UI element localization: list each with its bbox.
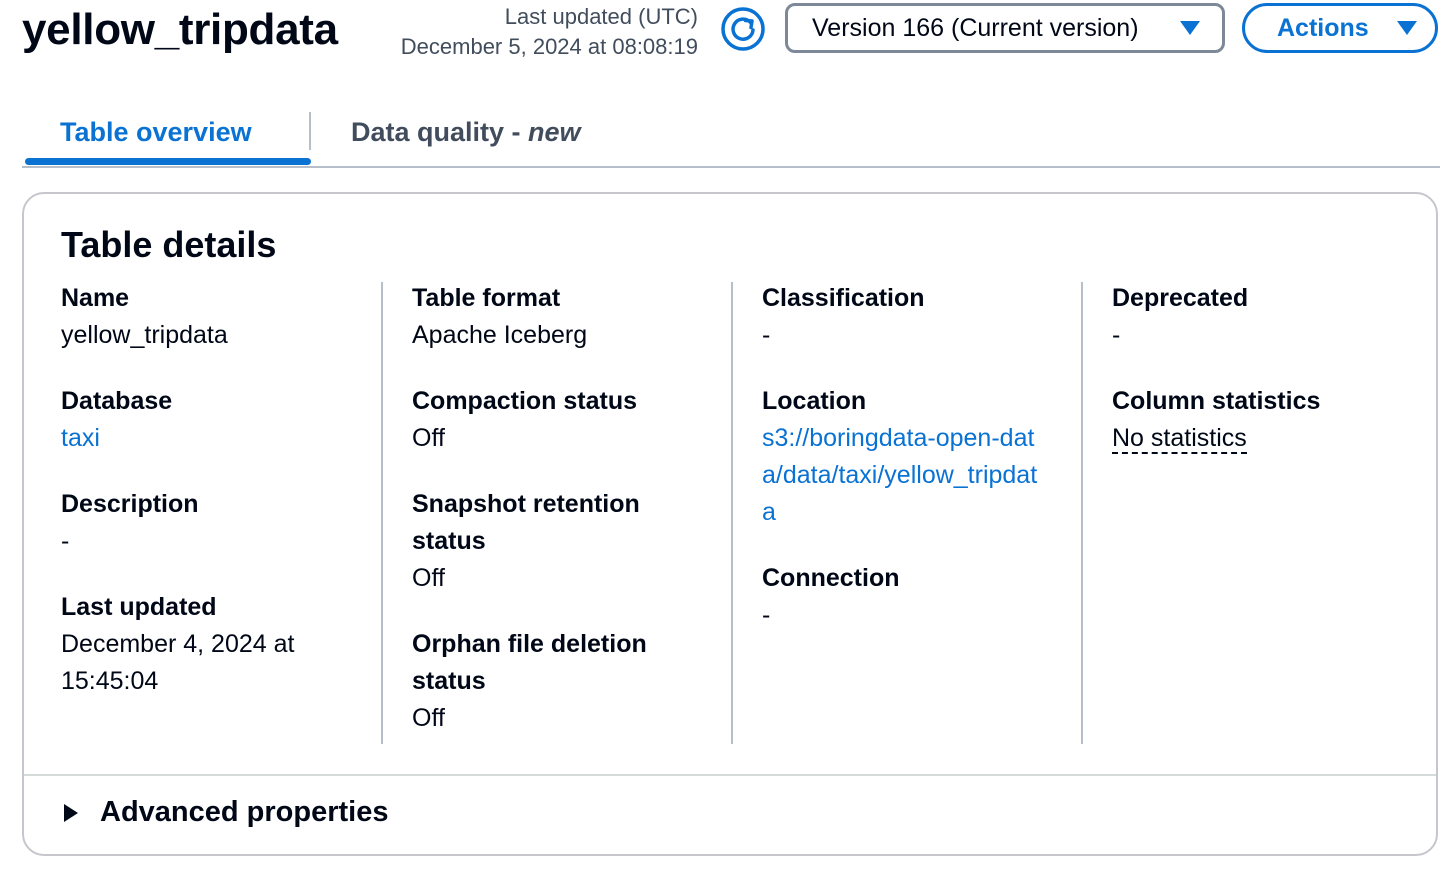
table-details-card: Table details Name yellow_tripdata Datab… (22, 192, 1438, 856)
field-description: Description - (61, 486, 381, 560)
tab-data-quality[interactable]: Data quality - new (351, 112, 581, 152)
database-link[interactable]: taxi (61, 424, 100, 452)
field-table-format: Table format Apache Iceberg (412, 280, 732, 354)
advanced-properties-label: Advanced properties (100, 796, 389, 828)
field-value: yellow_tripdata (61, 321, 228, 349)
field-label: Location (762, 387, 867, 415)
field-label: Classification (762, 284, 925, 312)
field-connection: Connection - (762, 560, 1082, 634)
field-label: Name (61, 284, 130, 312)
details-column-3: Classification - Location s3://boringdat… (762, 280, 1082, 663)
card-title: Table details (61, 224, 277, 265)
field-last-updated: Last updated December 4, 2024 at 15:45:0… (61, 589, 381, 700)
column-divider (731, 282, 733, 744)
column-divider (1081, 282, 1083, 744)
actions-button-label: Actions (1277, 13, 1369, 42)
field-database: Database taxi (61, 383, 381, 457)
details-column-2: Table format Apache Iceberg Compaction s… (412, 280, 732, 766)
tab-divider (309, 112, 311, 150)
field-value: - (1112, 321, 1121, 349)
tab-bar: Table overview Data quality - new (22, 100, 1440, 168)
field-value: - (762, 321, 771, 349)
caret-down-icon (1180, 21, 1200, 35)
field-label: Description (61, 490, 199, 518)
field-value: - (61, 527, 70, 555)
actions-button[interactable]: Actions (1242, 3, 1438, 53)
field-column-statistics: Column statistics No statistics (1112, 383, 1432, 457)
field-value: - (762, 601, 771, 629)
card-divider (24, 774, 1436, 776)
field-classification: Classification - (762, 280, 1082, 354)
tab-table-overview[interactable]: Table overview (60, 112, 252, 152)
last-updated-label: Last updated (UTC) (504, 4, 698, 29)
field-label: Orphan file deletion status (412, 630, 647, 695)
field-label: Compaction status (412, 387, 638, 415)
caret-down-icon (1397, 21, 1417, 35)
field-location: Location s3://boringdata-open-data/data/… (762, 383, 1082, 531)
last-updated-value: December 5, 2024 at 08:08:19 (400, 34, 698, 59)
field-label: Table format (412, 284, 561, 312)
field-label: Connection (762, 564, 900, 592)
advanced-properties-toggle[interactable]: Advanced properties (64, 796, 388, 829)
field-value: Off (412, 564, 445, 592)
active-tab-indicator (25, 158, 311, 165)
field-value: Off (412, 704, 445, 732)
column-divider (381, 282, 383, 744)
field-deprecated: Deprecated - (1112, 280, 1432, 354)
field-snapshot-retention: Snapshot retention status Off (412, 486, 732, 597)
field-value: December 4, 2024 at 15:45:04 (61, 630, 295, 695)
last-updated-info: Last updated (UTC) December 5, 2024 at 0… (401, 2, 698, 62)
refresh-button[interactable] (716, 4, 770, 54)
page-title: yellow_tripdata (22, 5, 338, 54)
column-statistics-popover[interactable]: No statistics (1112, 424, 1247, 454)
field-name: Name yellow_tripdata (61, 280, 381, 354)
caret-right-icon (64, 803, 78, 822)
details-column-4: Deprecated - Column statistics No statis… (1112, 280, 1432, 486)
refresh-icon (721, 7, 765, 51)
version-select-label: Version 166 (Current version) (812, 13, 1139, 42)
tab-data-quality-label: Data quality - (351, 117, 529, 147)
field-value: Off (412, 424, 445, 452)
field-label: Deprecated (1112, 284, 1249, 312)
field-label: Last updated (61, 593, 217, 621)
field-compaction-status: Compaction status Off (412, 383, 732, 457)
new-badge: new (528, 117, 581, 147)
field-label: Database (61, 387, 173, 415)
version-select[interactable]: Version 166 (Current version) (785, 3, 1225, 53)
field-orphan-file-deletion: Orphan file deletion status Off (412, 626, 732, 737)
location-link[interactable]: s3://boringdata-open-data/data/taxi/yell… (762, 424, 1037, 526)
page: yellow_tripdata Last updated (UTC) Decem… (0, 0, 1456, 876)
field-label: Column statistics (1112, 387, 1321, 415)
details-column-1: Name yellow_tripdata Database taxi Descr… (61, 280, 381, 729)
field-label: Snapshot retention status (412, 490, 640, 555)
field-value: Apache Iceberg (412, 321, 588, 349)
